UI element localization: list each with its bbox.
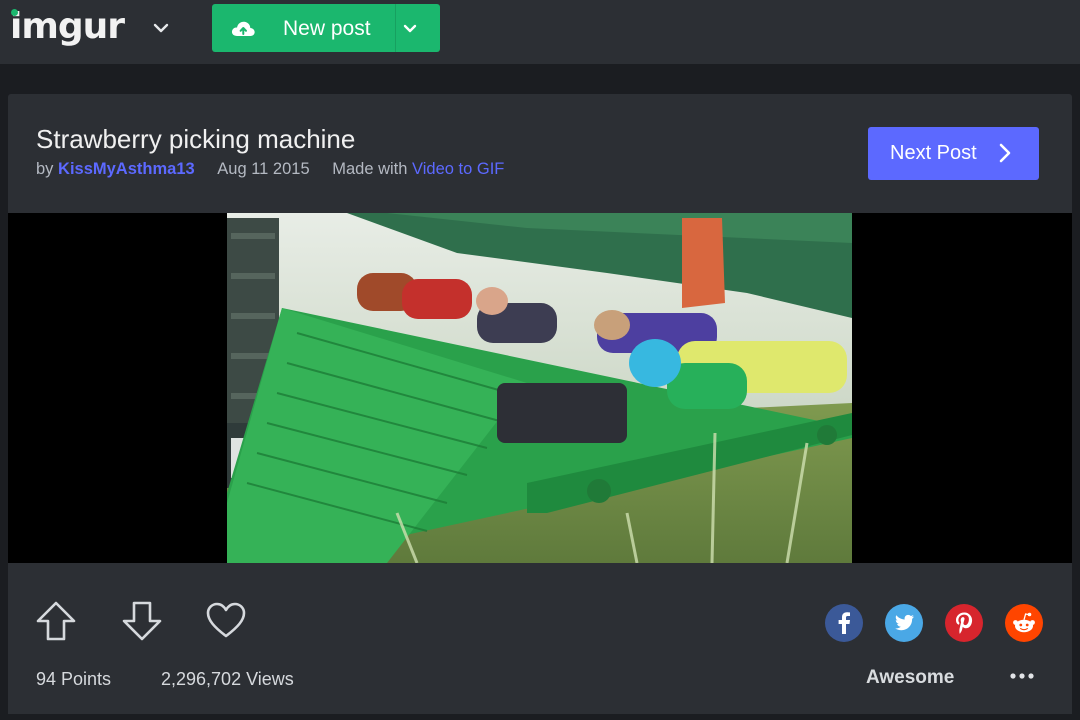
post-meta: by KissMyAsthma13 Aug 11 2015 Made with … xyxy=(36,160,504,179)
media-container xyxy=(8,213,1072,563)
post-actions-bar: 94 Points 2,296,702 Views Awesome xyxy=(8,563,1072,714)
post-title: Strawberry picking machine xyxy=(36,124,356,154)
new-post-label: New post xyxy=(283,17,371,40)
chevron-down-icon[interactable] xyxy=(150,17,172,39)
more-dots-icon[interactable] xyxy=(1008,666,1036,686)
new-post-dropdown-icon[interactable] xyxy=(400,18,420,38)
author-link[interactable]: KissMyAsthma13 xyxy=(58,160,195,178)
top-navigation-bar: imgur New post xyxy=(0,0,1080,64)
reddit-icon xyxy=(1013,612,1035,633)
post-date: Aug 11 2015 xyxy=(217,160,310,178)
made-with-prefix: Made with xyxy=(332,160,408,178)
pinterest-share-button[interactable] xyxy=(945,604,983,642)
imgur-logo[interactable]: imgur xyxy=(10,6,125,47)
made-with-link[interactable]: Video to GIF xyxy=(412,160,504,178)
views-count: 2,296,702 Views xyxy=(161,669,294,689)
facebook-icon xyxy=(838,612,850,634)
new-post-button[interactable]: New post xyxy=(212,4,440,52)
next-post-label: Next Post xyxy=(890,142,977,164)
favorite-heart-icon[interactable] xyxy=(204,599,248,643)
points-count: 94 Points xyxy=(36,669,112,689)
facebook-share-button[interactable] xyxy=(825,604,863,642)
upvote-icon[interactable] xyxy=(34,599,78,643)
downvote-icon[interactable] xyxy=(120,599,164,643)
chevron-right-icon xyxy=(999,143,1011,163)
reddit-share-button[interactable] xyxy=(1005,604,1043,642)
logo-dot xyxy=(11,9,18,16)
next-post-button[interactable]: Next Post xyxy=(868,127,1039,180)
new-post-divider xyxy=(395,4,396,52)
reaction-awesome-button[interactable]: Awesome xyxy=(866,667,954,689)
pinterest-icon xyxy=(956,612,973,634)
by-prefix: by xyxy=(36,160,54,178)
twitter-icon xyxy=(895,614,914,631)
logo-text: imgur xyxy=(10,6,125,47)
twitter-share-button[interactable] xyxy=(885,604,923,642)
cloud-upload-icon xyxy=(231,21,255,36)
post-video[interactable] xyxy=(227,213,852,563)
post-card: Strawberry picking machine by KissMyAsth… xyxy=(8,94,1072,714)
video-frame-image xyxy=(227,213,852,563)
